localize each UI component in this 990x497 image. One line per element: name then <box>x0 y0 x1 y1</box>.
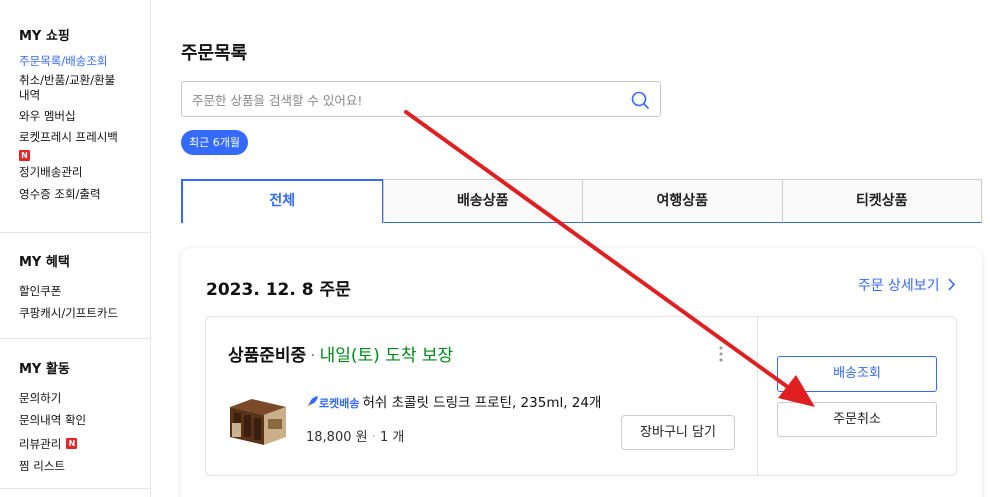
sidebar-section-title: MY 쇼핑 <box>19 29 70 44</box>
tab-all[interactable]: 전체 <box>181 179 384 223</box>
rocket-icon <box>307 396 318 407</box>
rocket-delivery-label: 로켓배송 <box>319 397 360 410</box>
product-name[interactable]: 허쉬 초콜릿 드링크 프로틴, 235ml, 24개 <box>362 395 601 411</box>
sidebar-section-title: MY 활동 <box>19 362 70 377</box>
order-date: 2023. 12. 8 주문 <box>206 280 351 300</box>
tab-ticket[interactable]: 티켓상품 <box>781 179 982 223</box>
tab-delivery[interactable]: 배송상품 <box>382 179 583 223</box>
sidebar-item-order-list[interactable]: 주문목록/배송조회 <box>19 54 150 69</box>
add-to-cart-button[interactable]: 장바구니 담기 <box>621 415 735 450</box>
product-quantity: 1 개 <box>380 430 405 445</box>
search-box <box>181 81 661 117</box>
order-type-tabs: 전체 배송상품 여행상품 티켓상품 <box>181 179 982 223</box>
price-separator: · <box>371 430 376 445</box>
order-detail-link-label: 주문 상세보기 <box>857 278 940 294</box>
sidebar: MY 쇼핑 주문목록/배송조회 취소/반품/교환/환불 내역 와우 멤버십 로켓… <box>0 0 151 497</box>
product-price: 18,800 원 <box>306 430 368 445</box>
sidebar-item-wishlist[interactable]: 찜 리스트 <box>19 459 150 474</box>
sidebar-section-title: MY 혜택 <box>19 255 70 270</box>
search-icon[interactable] <box>630 90 650 110</box>
track-delivery-button[interactable]: 배송조회 <box>777 356 937 392</box>
sidebar-item-inquiry[interactable]: 문의하기 <box>19 391 150 406</box>
sidebar-section-my-benefits: MY 혜택 할인쿠폰 쿠팡캐시/기프트카드 <box>0 233 150 339</box>
sidebar-item-cash-giftcard[interactable]: 쿠팡캐시/기프트카드 <box>19 306 150 321</box>
period-filter-chip[interactable]: 최근 6개월 <box>181 130 248 155</box>
order-card: 2023. 12. 8 주문 주문 상세보기 상품준비중 · 내일(토) 도착 보장 <box>181 248 982 497</box>
kebab-menu-icon[interactable] <box>718 345 724 363</box>
new-badge-icon: N <box>19 150 30 161</box>
product-thumbnail[interactable] <box>226 393 288 447</box>
main-content: 주문목록 최근 6개월 전체 배송상품 여행상품 티켓상품 2023. 12. … <box>151 0 990 497</box>
chevron-right-icon <box>948 278 956 291</box>
sidebar-item-cancel-return-history[interactable]: 내역 <box>19 88 150 103</box>
tab-travel[interactable]: 여행상품 <box>582 179 783 223</box>
sidebar-section-my-activity: MY 활동 문의하기 문의내역 확인 리뷰관리 N 찜 리스트 <box>0 339 150 489</box>
new-badge-icon: N <box>66 438 78 449</box>
sidebar-item-wow-membership[interactable]: 와우 멤버십 <box>19 109 150 124</box>
product-name-row: 로켓배송 허쉬 초콜릿 드링크 프로틴, 235ml, 24개 <box>306 391 601 411</box>
arrival-guarantee: 내일(토) 도착 보장 <box>319 346 454 366</box>
sidebar-item-subscription[interactable]: 정기배송관리 <box>19 165 150 180</box>
sidebar-item-receipt[interactable]: 영수증 조회/출력 <box>19 187 150 202</box>
divider <box>757 317 758 475</box>
sidebar-section-my-shopping: MY 쇼핑 주문목록/배송조회 취소/반품/교환/환불 내역 와우 멤버십 로켓… <box>0 0 150 233</box>
sidebar-item-coupons[interactable]: 할인쿠폰 <box>19 284 150 299</box>
page-title: 주문목록 <box>181 43 248 64</box>
order-item: 상품준비중 · 내일(토) 도착 보장 로켓배송 허쉬 초콜릿 드링크 프로틴,… <box>205 316 957 476</box>
cancel-order-button[interactable]: 주문취소 <box>777 402 937 437</box>
order-detail-link[interactable]: 주문 상세보기 <box>858 275 956 295</box>
product-price-row: 18,800 원 · 1 개 <box>306 426 404 445</box>
sidebar-item-reviews[interactable]: 리뷰관리 <box>19 437 61 451</box>
status-separator: · <box>310 346 316 366</box>
sidebar-item-cancel-return[interactable]: 취소/반품/교환/환불 <box>19 73 150 88</box>
delivery-status: 상품준비중 · 내일(토) 도착 보장 <box>228 341 453 366</box>
sidebar-item-fresh-bag[interactable]: 로켓프레시 프레시백 <box>19 130 150 145</box>
sidebar-item-inquiry-history[interactable]: 문의내역 확인 <box>19 413 150 428</box>
status-text: 상품준비중 <box>228 346 307 366</box>
search-input[interactable] <box>192 90 612 110</box>
